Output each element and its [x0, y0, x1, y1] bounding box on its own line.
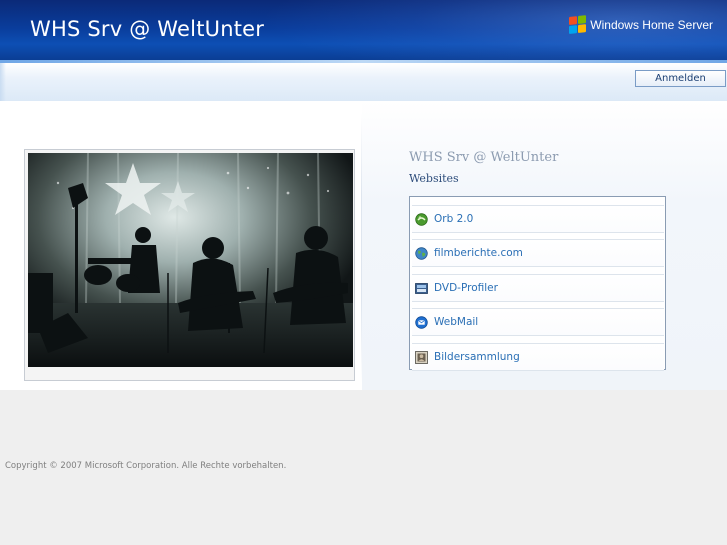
websites-list: Orb 2.0 filmberichte.com DVD-Profiler We…: [409, 196, 666, 371]
orb-icon: [415, 212, 428, 226]
header-banner: WHS Srv @ WeltUnter Windows Home Server: [0, 0, 727, 63]
websites-heading: Websites: [409, 172, 459, 185]
windows-home-server-brand: Windows Home Server: [569, 13, 713, 37]
website-label: Bildersammlung: [434, 351, 520, 363]
photo-frame: [24, 149, 355, 381]
concert-photo: [28, 153, 353, 367]
website-link-filmberichte[interactable]: filmberichte.com: [412, 239, 664, 267]
copyright-text: Copyright © 2007 Microsoft Corporation. …: [5, 461, 287, 471]
website-link-dvd-profiler[interactable]: DVD-Profiler: [412, 274, 664, 302]
website-label: filmberichte.com: [434, 247, 523, 259]
concert-photo-image: [28, 153, 353, 367]
website-label: WebMail: [434, 316, 479, 328]
login-button[interactable]: Anmelden: [635, 70, 726, 87]
website-link-bildersammlung[interactable]: Bildersammlung: [412, 343, 664, 371]
dvd-profiler-icon: [415, 282, 428, 294]
server-title: WHS Srv @ WeltUnter: [409, 150, 559, 165]
website-link-webmail[interactable]: WebMail: [412, 308, 664, 336]
website-label: Orb 2.0: [434, 213, 474, 225]
content-divider: [361, 113, 362, 383]
webmail-icon: [415, 315, 428, 329]
picture-icon: [415, 350, 428, 364]
website-link-orb[interactable]: Orb 2.0: [412, 205, 664, 233]
windows-logo-icon: [569, 15, 587, 35]
website-label: DVD-Profiler: [434, 282, 498, 294]
site-title: WHS Srv @ WeltUnter: [30, 17, 265, 41]
toolbar: [0, 63, 727, 101]
globe-icon: [415, 246, 428, 260]
brand-text: Windows Home Server: [590, 18, 713, 32]
